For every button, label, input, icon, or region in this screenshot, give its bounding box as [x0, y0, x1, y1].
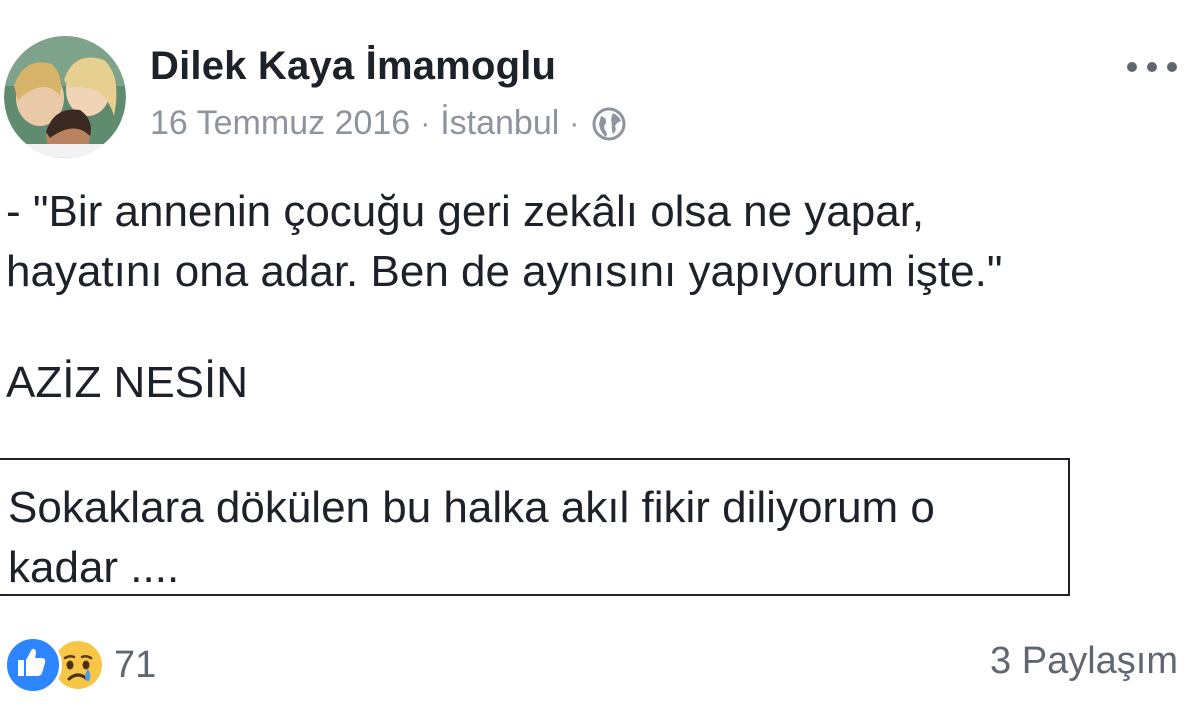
meta-separator: ·: [420, 106, 431, 140]
post-body-line: hayatını ona adar. Ben de aynısını yapıy…: [6, 247, 1003, 296]
like-icon: [4, 636, 62, 694]
author-name[interactable]: Dilek Kaya İmamoglu: [150, 44, 556, 89]
quote-line: Sokaklara dökülen bu halka akıl fikir di…: [8, 483, 935, 532]
post-meta: 16 Temmuz 2016 · İstanbul ·: [150, 104, 627, 143]
post-body-line: - "Bir annenin çocuğu geri zekâlı olsa n…: [6, 187, 925, 236]
share-count[interactable]: 3 Paylaşım: [990, 640, 1178, 683]
globe-icon[interactable]: [591, 106, 627, 142]
post-date[interactable]: 16 Temmuz 2016: [150, 104, 410, 143]
reaction-summary[interactable]: 71: [4, 636, 156, 694]
quoted-comment-box: Sokaklara dökülen bu halka akıl fikir di…: [0, 458, 1070, 596]
post-signature: AZİZ NESİN: [6, 358, 249, 407]
meta-separator: ·: [569, 106, 580, 140]
facebook-post: Dilek Kaya İmamoglu 16 Temmuz 2016 · İst…: [0, 0, 1200, 720]
post-body: - "Bir annenin çocuğu geri zekâlı olsa n…: [6, 182, 1002, 302]
avatar-photo: [4, 36, 126, 158]
reaction-count[interactable]: 71: [114, 644, 156, 687]
avatar[interactable]: [4, 36, 126, 158]
more-options-icon[interactable]: [1122, 52, 1182, 82]
quote-line: kadar ....: [8, 543, 180, 592]
post-location[interactable]: İstanbul: [440, 104, 559, 143]
